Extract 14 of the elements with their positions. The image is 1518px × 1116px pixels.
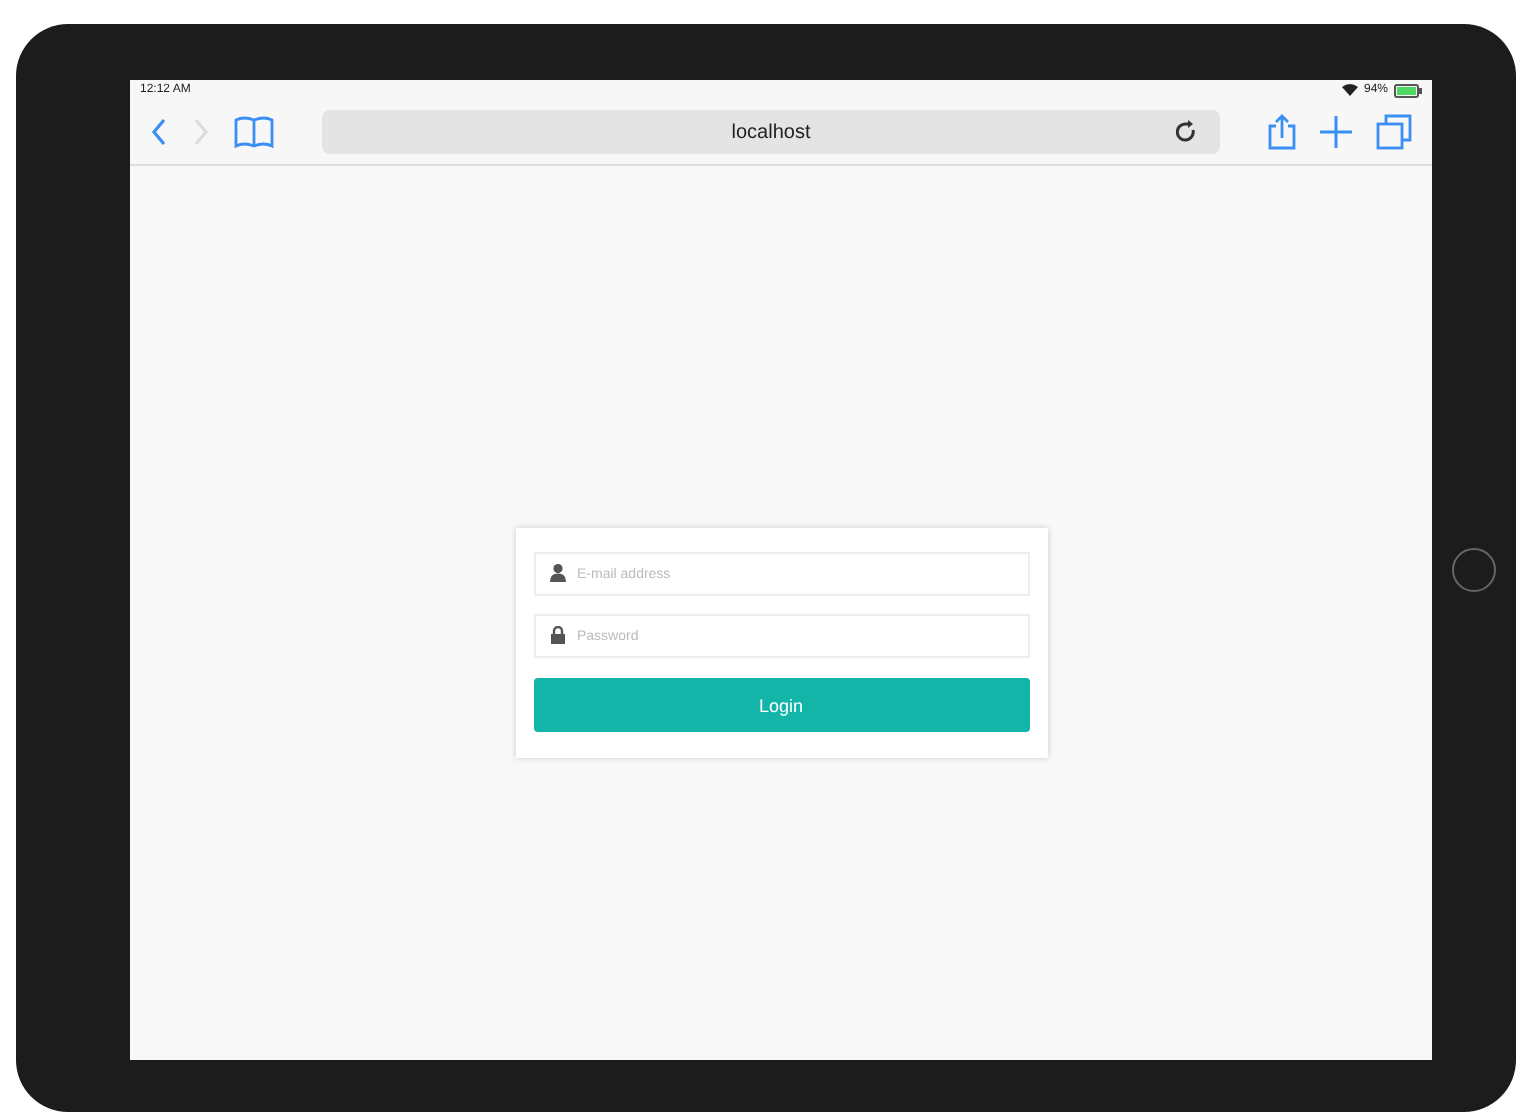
book-icon: [234, 116, 274, 148]
tabs-icon: [1376, 114, 1412, 150]
share-icon: [1268, 114, 1296, 150]
home-button[interactable]: [1452, 548, 1496, 592]
lock-icon: [549, 626, 565, 644]
wifi-icon: [1341, 84, 1358, 96]
address-bar[interactable]: localhost: [322, 110, 1220, 154]
chevron-left-icon: [150, 118, 168, 146]
plus-icon: [1320, 116, 1352, 148]
user-icon: [549, 564, 565, 582]
reload-icon[interactable]: [1176, 120, 1196, 144]
chevron-right-icon: [192, 118, 210, 146]
battery-icon: [1394, 83, 1422, 97]
address-text: localhost: [731, 121, 811, 143]
